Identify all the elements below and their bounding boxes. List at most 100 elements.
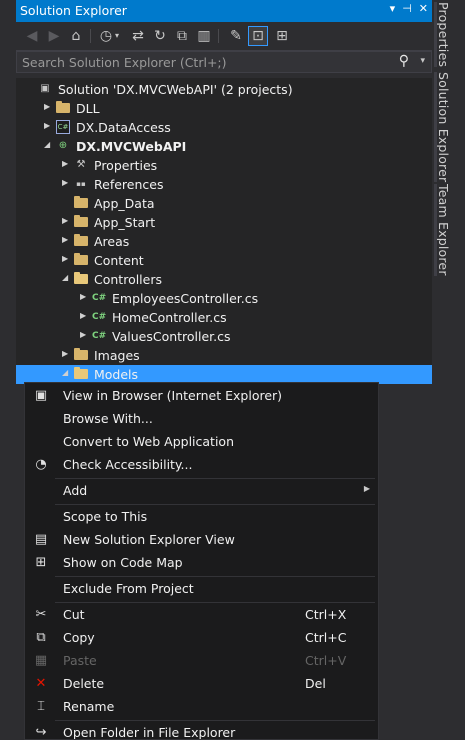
expand-arrow-icon[interactable]: ▶ bbox=[80, 311, 86, 320]
tree-node[interactable]: ▶ DLL bbox=[16, 99, 432, 118]
folder-open-icon bbox=[74, 272, 88, 286]
tree-node[interactable]: ▣ Solution 'DX.MVCWebAPI' (2 projects) bbox=[16, 80, 432, 99]
forward-icon[interactable]: ▶ bbox=[44, 26, 64, 46]
menu-item-label: Show on Code Map bbox=[63, 555, 183, 570]
solution-tree: ▣ Solution 'DX.MVCWebAPI' (2 projects) ▶ DL… bbox=[16, 78, 432, 384]
collapse-arrow-icon[interactable]: ◢ bbox=[62, 273, 68, 282]
tree-node[interactable]: ▶ C# HomeController.cs bbox=[16, 308, 432, 327]
menu-item-scope-to-this[interactable]: Scope to This bbox=[25, 506, 378, 528]
show-all-files-icon[interactable]: ▥ bbox=[194, 26, 214, 46]
new-view-icon: ▤ bbox=[34, 532, 48, 547]
collapse-arrow-icon[interactable]: ◢ bbox=[44, 140, 50, 149]
folder-icon bbox=[74, 196, 88, 210]
menu-item-label: Copy bbox=[63, 630, 95, 645]
refresh-icon[interactable]: ↻ bbox=[150, 26, 170, 46]
menu-item-browse-with[interactable]: Browse With... bbox=[25, 408, 378, 430]
tree-node[interactable]: ▶ C# ValuesController.cs bbox=[16, 327, 432, 346]
expand-arrow-icon[interactable]: ▶ bbox=[44, 121, 50, 130]
code-map-icon: ⊞ bbox=[35, 555, 47, 570]
expand-arrow-icon[interactable]: ▶ bbox=[62, 159, 68, 168]
menu-item-add[interactable]: Add ▶ bbox=[25, 480, 378, 502]
tree-node-label: Properties bbox=[94, 158, 158, 173]
menu-item-exclude-from-project[interactable]: Exclude From Project bbox=[25, 578, 378, 600]
browser-icon: ▣ bbox=[34, 388, 48, 403]
csharp-file-icon: C# bbox=[92, 331, 107, 341]
folder-icon bbox=[56, 101, 70, 115]
menu-item-show-on-code-map[interactable]: ⊞ Show on Code Map bbox=[25, 552, 378, 574]
menu-item-check-accessibility[interactable]: ◔ Check Accessibility... bbox=[25, 454, 378, 476]
search-icon[interactable]: ⚲ bbox=[399, 53, 409, 69]
folder-icon bbox=[74, 215, 88, 229]
expand-arrow-icon[interactable]: ▶ bbox=[80, 292, 86, 301]
menu-item-label: Convert to Web Application bbox=[63, 434, 234, 449]
menu-item-label: Delete bbox=[63, 676, 105, 691]
context-menu: ▣ View in Browser (Internet Explorer) Brow… bbox=[24, 382, 379, 740]
menu-item-shortcut: Ctrl+X bbox=[305, 607, 347, 622]
tree-node[interactable]: ▶ C# DX.DataAccess bbox=[16, 118, 432, 137]
menu-item-copy[interactable]: ⧉ Copy Ctrl+C bbox=[25, 627, 378, 649]
menu-item-view-in-browser-internet-explorer[interactable]: ▣ View in Browser (Internet Explorer) bbox=[25, 385, 378, 407]
menu-separator bbox=[55, 720, 375, 721]
menu-item-label: Browse With... bbox=[63, 411, 153, 426]
expand-arrow-icon[interactable]: ▶ bbox=[44, 102, 50, 111]
expand-arrow-icon[interactable]: ▶ bbox=[62, 216, 68, 225]
tree-node[interactable]: App_Data bbox=[16, 194, 432, 213]
view-class-diagram-icon[interactable]: ⊞ bbox=[272, 26, 292, 46]
csharp-file-icon: C# bbox=[92, 312, 107, 322]
menu-item-label: Rename bbox=[63, 699, 115, 714]
menu-item-convert-to-web-application[interactable]: Convert to Web Application bbox=[25, 431, 378, 453]
close-icon[interactable]: ✕ bbox=[419, 2, 428, 15]
tree-node-label: DX.DataAccess bbox=[76, 120, 171, 135]
tree-node[interactable]: ▶ Images bbox=[16, 346, 432, 365]
search-options-dropdown-icon[interactable]: ▾ bbox=[420, 56, 425, 66]
tree-node[interactable]: ▶ Areas bbox=[16, 232, 432, 251]
tree-node[interactable]: ▶ App_Start bbox=[16, 213, 432, 232]
pin-icon[interactable]: ⊣ bbox=[402, 2, 412, 15]
tree-node[interactable]: ▶ ▪▪ References bbox=[16, 175, 432, 194]
wrench-icon: ⚒ bbox=[76, 159, 86, 170]
menu-item-open-folder-in-file-explorer[interactable]: ↪ Open Folder in File Explorer bbox=[25, 722, 378, 739]
tab-solution-explorer[interactable]: Solution Explorer bbox=[434, 72, 451, 183]
collapse-all-icon[interactable]: ⧉ bbox=[172, 26, 192, 46]
menu-item-rename[interactable]: ⌶ Rename bbox=[25, 696, 378, 718]
menu-item-cut[interactable]: ✂ Cut Ctrl+X bbox=[25, 604, 378, 626]
expand-arrow-icon[interactable]: ▶ bbox=[62, 235, 68, 244]
tree-node[interactable]: ▶ C# EmployeesController.cs bbox=[16, 289, 432, 308]
menu-item-delete[interactable]: ✕ Delete Del bbox=[25, 673, 378, 695]
menu-item-shortcut: Del bbox=[305, 676, 326, 691]
tree-node[interactable]: ◢ Controllers bbox=[16, 270, 432, 289]
properties-wrench-icon[interactable]: ✎ bbox=[226, 26, 246, 46]
search-input[interactable]: Search Solution Explorer (Ctrl+;) bbox=[22, 55, 227, 70]
collapse-arrow-icon[interactable]: ◢ bbox=[62, 368, 68, 377]
sync-icon[interactable]: ⇄ bbox=[128, 26, 148, 46]
tool-window-titlebar[interactable]: Solution Explorer ▾ ⊣ ✕ bbox=[16, 0, 432, 22]
folder-icon bbox=[74, 348, 88, 362]
menu-item-label: View in Browser (Internet Explorer) bbox=[63, 388, 283, 403]
menu-item-label: Exclude From Project bbox=[63, 581, 194, 596]
tree-node[interactable]: ◢ ⊕ DX.MVCWebAPI bbox=[16, 137, 432, 156]
expand-arrow-icon[interactable]: ▶ bbox=[62, 178, 68, 187]
menu-item-label: Paste bbox=[63, 653, 97, 668]
tab-team-explorer[interactable]: Team Explorer bbox=[434, 184, 451, 276]
back-icon[interactable]: ◀ bbox=[22, 26, 42, 46]
expand-arrow-icon[interactable]: ▶ bbox=[80, 330, 86, 339]
folder-icon bbox=[74, 234, 88, 248]
toolbar-separator bbox=[90, 29, 91, 43]
preview-selected-items-icon[interactable]: ⊡ bbox=[248, 26, 268, 46]
expand-arrow-icon[interactable]: ▶ bbox=[62, 349, 68, 358]
folder-icon bbox=[74, 253, 88, 267]
home-icon[interactable]: ⌂ bbox=[66, 26, 86, 46]
expand-arrow-icon[interactable]: ▶ bbox=[62, 254, 68, 263]
search-box[interactable]: Search Solution Explorer (Ctrl+;) ⚲ ▾ bbox=[16, 51, 432, 73]
menu-item-label: Add bbox=[63, 483, 88, 498]
menu-item-paste[interactable]: ▦ Paste Ctrl+V bbox=[25, 650, 378, 672]
tree-node[interactable]: ▶ ⚒ Properties bbox=[16, 156, 432, 175]
tree-node[interactable]: ▶ Content bbox=[16, 251, 432, 270]
tab-properties[interactable]: Properties bbox=[434, 2, 451, 68]
menu-item-new-solution-explorer-view[interactable]: ▤ New Solution Explorer View bbox=[25, 529, 378, 551]
chevron-down-icon[interactable]: ▾ bbox=[112, 26, 122, 46]
tree-node-label: HomeController.cs bbox=[112, 310, 227, 325]
dropdown-arrow-icon[interactable]: ▾ bbox=[390, 2, 396, 15]
tree-node-label: Content bbox=[94, 253, 144, 268]
references-icon: ▪▪ bbox=[76, 180, 86, 188]
